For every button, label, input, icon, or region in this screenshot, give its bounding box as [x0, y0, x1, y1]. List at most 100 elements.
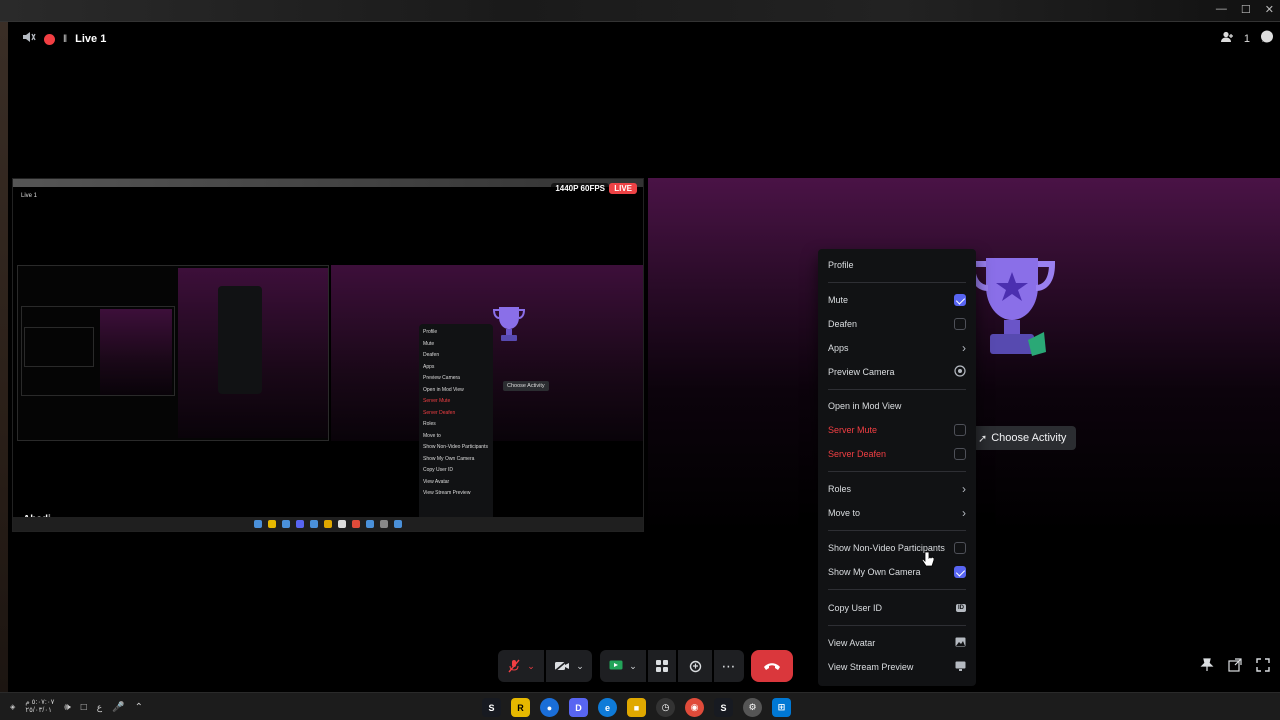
menu-item-show-non-video[interactable]: Show Non-Video Participants: [828, 537, 966, 559]
nested-context-menu: Profile Mute Deafen Apps Preview Camera …: [419, 324, 493, 531]
server-deafen-checkbox[interactable]: [954, 448, 966, 460]
rocket-icon: ➚: [978, 432, 988, 445]
close-icon[interactable]: ✕: [1265, 3, 1274, 16]
chevron-right-icon: ›: [962, 506, 966, 520]
nested-stream-frame-deep: [21, 306, 175, 396]
more-dots-icon: ⋯: [721, 657, 737, 674]
menu-item-roles[interactable]: Roles ›: [828, 478, 966, 500]
show-non-video-checkbox[interactable]: [954, 542, 966, 554]
monitor-icon: [955, 661, 966, 673]
soundboard-icon: [689, 660, 701, 672]
nested-purple-panel: [100, 309, 172, 395]
minimize-icon[interactable]: —: [1216, 3, 1227, 16]
choose-activity-button[interactable]: ➚ Choose Activity: [970, 426, 1077, 450]
pin-icon[interactable]: [1200, 658, 1214, 677]
hang-up-icon: [764, 663, 780, 670]
trophy-icon: [968, 258, 1056, 356]
menu-item-view-avatar[interactable]: View Avatar: [828, 632, 966, 654]
desktop-background-strip: [0, 22, 8, 692]
deafen-checkbox[interactable]: [954, 318, 966, 330]
nested-channel-title: Live 1: [21, 193, 38, 199]
edge-app-icon[interactable]: e: [598, 698, 617, 717]
hand-cursor-icon: [922, 551, 934, 567]
notifications-icon[interactable]: □: [81, 702, 87, 713]
mute-mic-button[interactable]: ⌄: [498, 650, 544, 682]
chat-bubble-icon[interactable]: [1260, 30, 1274, 47]
image-icon: [955, 637, 966, 649]
rockstar-app-icon[interactable]: R: [511, 698, 530, 717]
menu-item-server-mute[interactable]: Server Mute: [828, 419, 966, 441]
stream-tile-screen-share[interactable]: 1440P 60FPS LIVE Live 1 Choose Activity …: [12, 178, 644, 532]
activities-icon: [656, 660, 668, 672]
windows-start-icon[interactable]: ⊞: [772, 698, 791, 717]
more-options-button[interactable]: ⋯: [714, 650, 744, 682]
browser-app-icon[interactable]: ●: [540, 698, 559, 717]
user-context-menu: Profile Mute Deafen Apps › Preview Camera…: [818, 249, 976, 686]
file-explorer-icon[interactable]: ■: [627, 698, 646, 717]
clock[interactable]: ٥:٠٧:٠٧ م ٢٥/٠٣/٠١: [25, 699, 54, 715]
nested-purple-panel-2: [178, 268, 328, 438]
maximize-icon[interactable]: ☐: [1241, 3, 1251, 16]
menu-item-profile[interactable]: Profile: [828, 254, 966, 276]
menu-item-move-to[interactable]: Move to ›: [828, 502, 966, 524]
participants-icon[interactable]: [1220, 31, 1234, 46]
chrome-app-icon[interactable]: ◉: [685, 698, 704, 717]
activities-button[interactable]: [648, 650, 676, 682]
window-controls: — ☐ ✕: [1216, 3, 1274, 16]
mic-camera-controls: ⌄ ⌄: [498, 650, 592, 682]
nested-trophy-icon: [492, 307, 526, 341]
steam-app-icon-2[interactable]: S: [714, 698, 733, 717]
network-icon[interactable]: ◈: [10, 703, 15, 711]
nested-context-menu-small: [218, 286, 262, 394]
menu-item-server-deafen[interactable]: Server Deafen: [828, 443, 966, 465]
fullscreen-icon[interactable]: [1256, 658, 1270, 677]
camera-button[interactable]: ⌄: [546, 650, 592, 682]
show-own-camera-checkbox[interactable]: [954, 566, 966, 578]
chevron-right-icon: ›: [962, 482, 966, 496]
menu-item-show-own-camera[interactable]: Show My Own Camera: [828, 561, 966, 583]
nested-stream-frame: [17, 265, 329, 441]
window-titlebar: — ☐ ✕: [0, 0, 1280, 22]
disconnect-button[interactable]: [751, 650, 793, 682]
nested-taskbar: [13, 517, 643, 531]
menu-item-deafen[interactable]: Deafen: [828, 313, 966, 335]
menu-item-apps[interactable]: Apps ›: [828, 337, 966, 359]
call-header: ‖ Live 1: [22, 30, 106, 48]
pop-out-icon[interactable]: [1228, 658, 1242, 677]
speaker-muted-icon[interactable]: [22, 30, 36, 48]
menu-item-copy-user-id[interactable]: Copy User ID ID: [828, 597, 966, 619]
menu-item-preview-camera[interactable]: Preview Camera: [828, 361, 966, 383]
menu-item-view-stream-preview[interactable]: View Stream Preview: [828, 656, 966, 678]
taskbar-apps: S R ● D e ■ ◷ ◉ S ⚙ ⊞: [482, 698, 791, 717]
nested-stream-frame-deepest: [24, 327, 94, 367]
header-actions: 1: [1220, 30, 1274, 47]
system-tray: ◈ ٥:٠٧:٠٧ م ٢٥/٠٣/٠١ 🕪 □ ع 🎤 ⌃: [10, 699, 143, 715]
screen-share-icon: [609, 660, 623, 670]
participants-count: 1: [1243, 32, 1250, 45]
settings-app-icon[interactable]: ⚙: [743, 698, 762, 717]
mute-checkbox[interactable]: [954, 294, 966, 306]
volume-icon[interactable]: 🕪: [64, 702, 70, 713]
chevron-right-icon: ›: [962, 341, 966, 355]
discord-app-icon[interactable]: D: [569, 698, 588, 717]
camera-off-icon: [554, 660, 570, 672]
stream-progress-bar: [13, 179, 643, 187]
live-badge: LIVE: [609, 183, 637, 194]
nested-choose-activity: Choose Activity: [503, 381, 549, 391]
channel-title: Live 1: [75, 33, 107, 45]
steam-app-icon[interactable]: S: [482, 698, 501, 717]
soundboard-button[interactable]: [678, 650, 712, 682]
chevron-down-icon: ⌄: [576, 660, 584, 671]
id-icon: ID: [956, 604, 966, 612]
menu-item-open-mod-view[interactable]: Open in Mod View: [828, 395, 966, 417]
language-indicator[interactable]: ع: [97, 702, 102, 713]
microphone-icon[interactable]: 🎤: [112, 702, 124, 713]
menu-item-mute[interactable]: Mute: [828, 289, 966, 311]
server-mute-checkbox[interactable]: [954, 424, 966, 436]
live-indicator-icon: [44, 33, 55, 45]
share-screen-button[interactable]: ⌄: [600, 650, 646, 682]
windows-taskbar: ◈ ٥:٠٧:٠٧ م ٢٥/٠٣/٠١ 🕪 □ ع 🎤 ⌃ S R ● D e…: [0, 692, 1280, 720]
chevron-up-icon[interactable]: ⌃: [135, 702, 143, 713]
clock-app-icon[interactable]: ◷: [656, 698, 675, 717]
voice-call-stage: ‖ Live 1 1 1440P 60FPS LIVE Live 1 Choos…: [8, 22, 1280, 692]
